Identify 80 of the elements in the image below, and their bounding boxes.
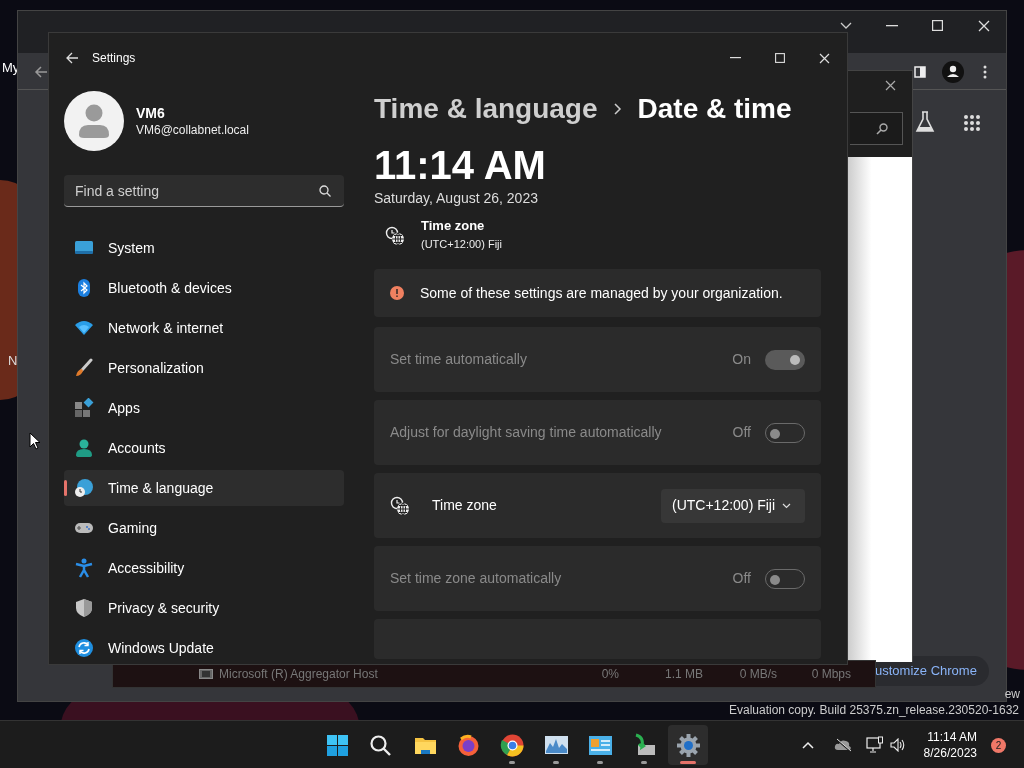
chevron-down-icon	[782, 502, 791, 509]
nav-item[interactable]: Accounts	[64, 430, 344, 466]
current-time: 11:14 AM	[374, 142, 547, 189]
nav-item[interactable]: Accessibility	[64, 550, 344, 586]
nav-item[interactable]: Personalization	[64, 350, 344, 386]
search-icon	[319, 185, 331, 197]
nav-item[interactable]: Bluetooth & devices	[64, 270, 344, 306]
setting-label: Set time zone automatically	[390, 569, 562, 588]
time-zone-dropdown[interactable]: (UTC+12:00) Fiji	[661, 488, 805, 523]
time-icon	[74, 478, 94, 498]
nav-item[interactable]: Apps	[64, 390, 344, 426]
start-icon	[324, 732, 350, 758]
accounts-icon	[74, 438, 94, 458]
time-zone-value: (UTC+12:00) Fiji	[421, 237, 502, 252]
profile-icon[interactable]	[942, 61, 964, 83]
minimize-icon[interactable]	[886, 25, 898, 27]
window-icon	[199, 669, 213, 679]
close-icon[interactable]	[885, 80, 896, 91]
selection-indicator	[64, 480, 67, 496]
setting-label: Set time automatically	[390, 350, 527, 369]
clock-globe-icon	[385, 225, 405, 246]
toggle-state-label: Off	[732, 423, 751, 442]
update-icon	[74, 638, 94, 658]
maximize-icon[interactable]	[775, 53, 785, 63]
chevron-down-icon[interactable]	[840, 22, 852, 30]
chrome-icon	[499, 732, 525, 758]
apps-icon	[74, 398, 94, 418]
user-name: VM6	[136, 104, 166, 122]
memory-usage: 1.1 MB	[664, 666, 703, 683]
info-icon	[390, 286, 404, 300]
notice-text: Some of these settings are managed by your organization.	[420, 283, 783, 303]
window-title: Settings	[92, 50, 136, 67]
search-field[interactable]: Find a setting	[64, 175, 344, 207]
current-date: Saturday, August 26, 2023	[374, 189, 539, 207]
shield-icon	[74, 598, 94, 618]
search-icon	[876, 123, 888, 135]
setting-label: Time zone	[432, 496, 497, 515]
apps-grid-icon[interactable]	[963, 114, 981, 132]
chevron-up-icon[interactable]	[801, 741, 814, 749]
more-options-icon[interactable]	[983, 65, 987, 79]
nav-item[interactable]: Gaming	[64, 510, 344, 546]
flask-icon	[915, 111, 935, 133]
network-icon[interactable]	[865, 736, 884, 754]
network-usage: 0 Mbps	[810, 666, 851, 683]
avatar-icon	[64, 91, 124, 151]
setting-label: Adjust for daylight saving time automatically	[390, 423, 662, 442]
toggle-state-label: Off	[732, 569, 751, 588]
maximize-icon[interactable]	[932, 20, 943, 31]
search-field[interactable]	[850, 112, 903, 145]
mouse-cursor-icon	[29, 432, 41, 450]
nav-item[interactable]: Network & internet	[64, 310, 344, 346]
desktop-watermark-text: ew	[1004, 686, 1020, 703]
accessibility-icon	[74, 558, 94, 578]
cpu-usage: 0%	[600, 666, 619, 683]
nav-item[interactable]: System	[64, 230, 344, 266]
clock-globe-icon	[390, 495, 410, 516]
minimize-icon[interactable]	[730, 57, 741, 59]
time-zone-label: Time zone	[421, 217, 486, 234]
arrow-left-icon[interactable]	[34, 66, 48, 78]
taskbar-clock[interactable]: 11:14 AM 8/26/2023	[923, 729, 977, 761]
notification-badge[interactable]: 2	[991, 737, 1006, 753]
breadcrumb-link[interactable]: Time & language	[374, 88, 598, 130]
toggle-state-label: On	[732, 350, 751, 369]
volume-icon[interactable]	[889, 738, 906, 752]
chevron-right-icon	[613, 103, 622, 115]
page-title: Date & time	[637, 92, 792, 126]
nav-item[interactable]: Time & language	[64, 470, 344, 506]
nav-item[interactable]: Privacy & security	[64, 590, 344, 626]
user-email: VM6@collabnet.local	[136, 122, 249, 138]
nav-item[interactable]: Windows Update	[64, 630, 344, 664]
search-icon	[367, 732, 393, 758]
cloud-off-icon[interactable]	[833, 738, 852, 752]
process-name: Microsoft (R) Aggregator Host	[219, 666, 379, 683]
desktop-icon-label: N	[8, 352, 18, 370]
brush-icon	[74, 358, 94, 378]
disk-usage: 0 MB/s	[738, 666, 777, 683]
sidebar-icon[interactable]	[914, 66, 926, 78]
build-info-text: Evaluation copy. Build 25375.zn_release.230520-1632	[729, 702, 1019, 719]
gear-icon	[675, 732, 701, 758]
back-arrow-icon[interactable]	[65, 52, 79, 64]
